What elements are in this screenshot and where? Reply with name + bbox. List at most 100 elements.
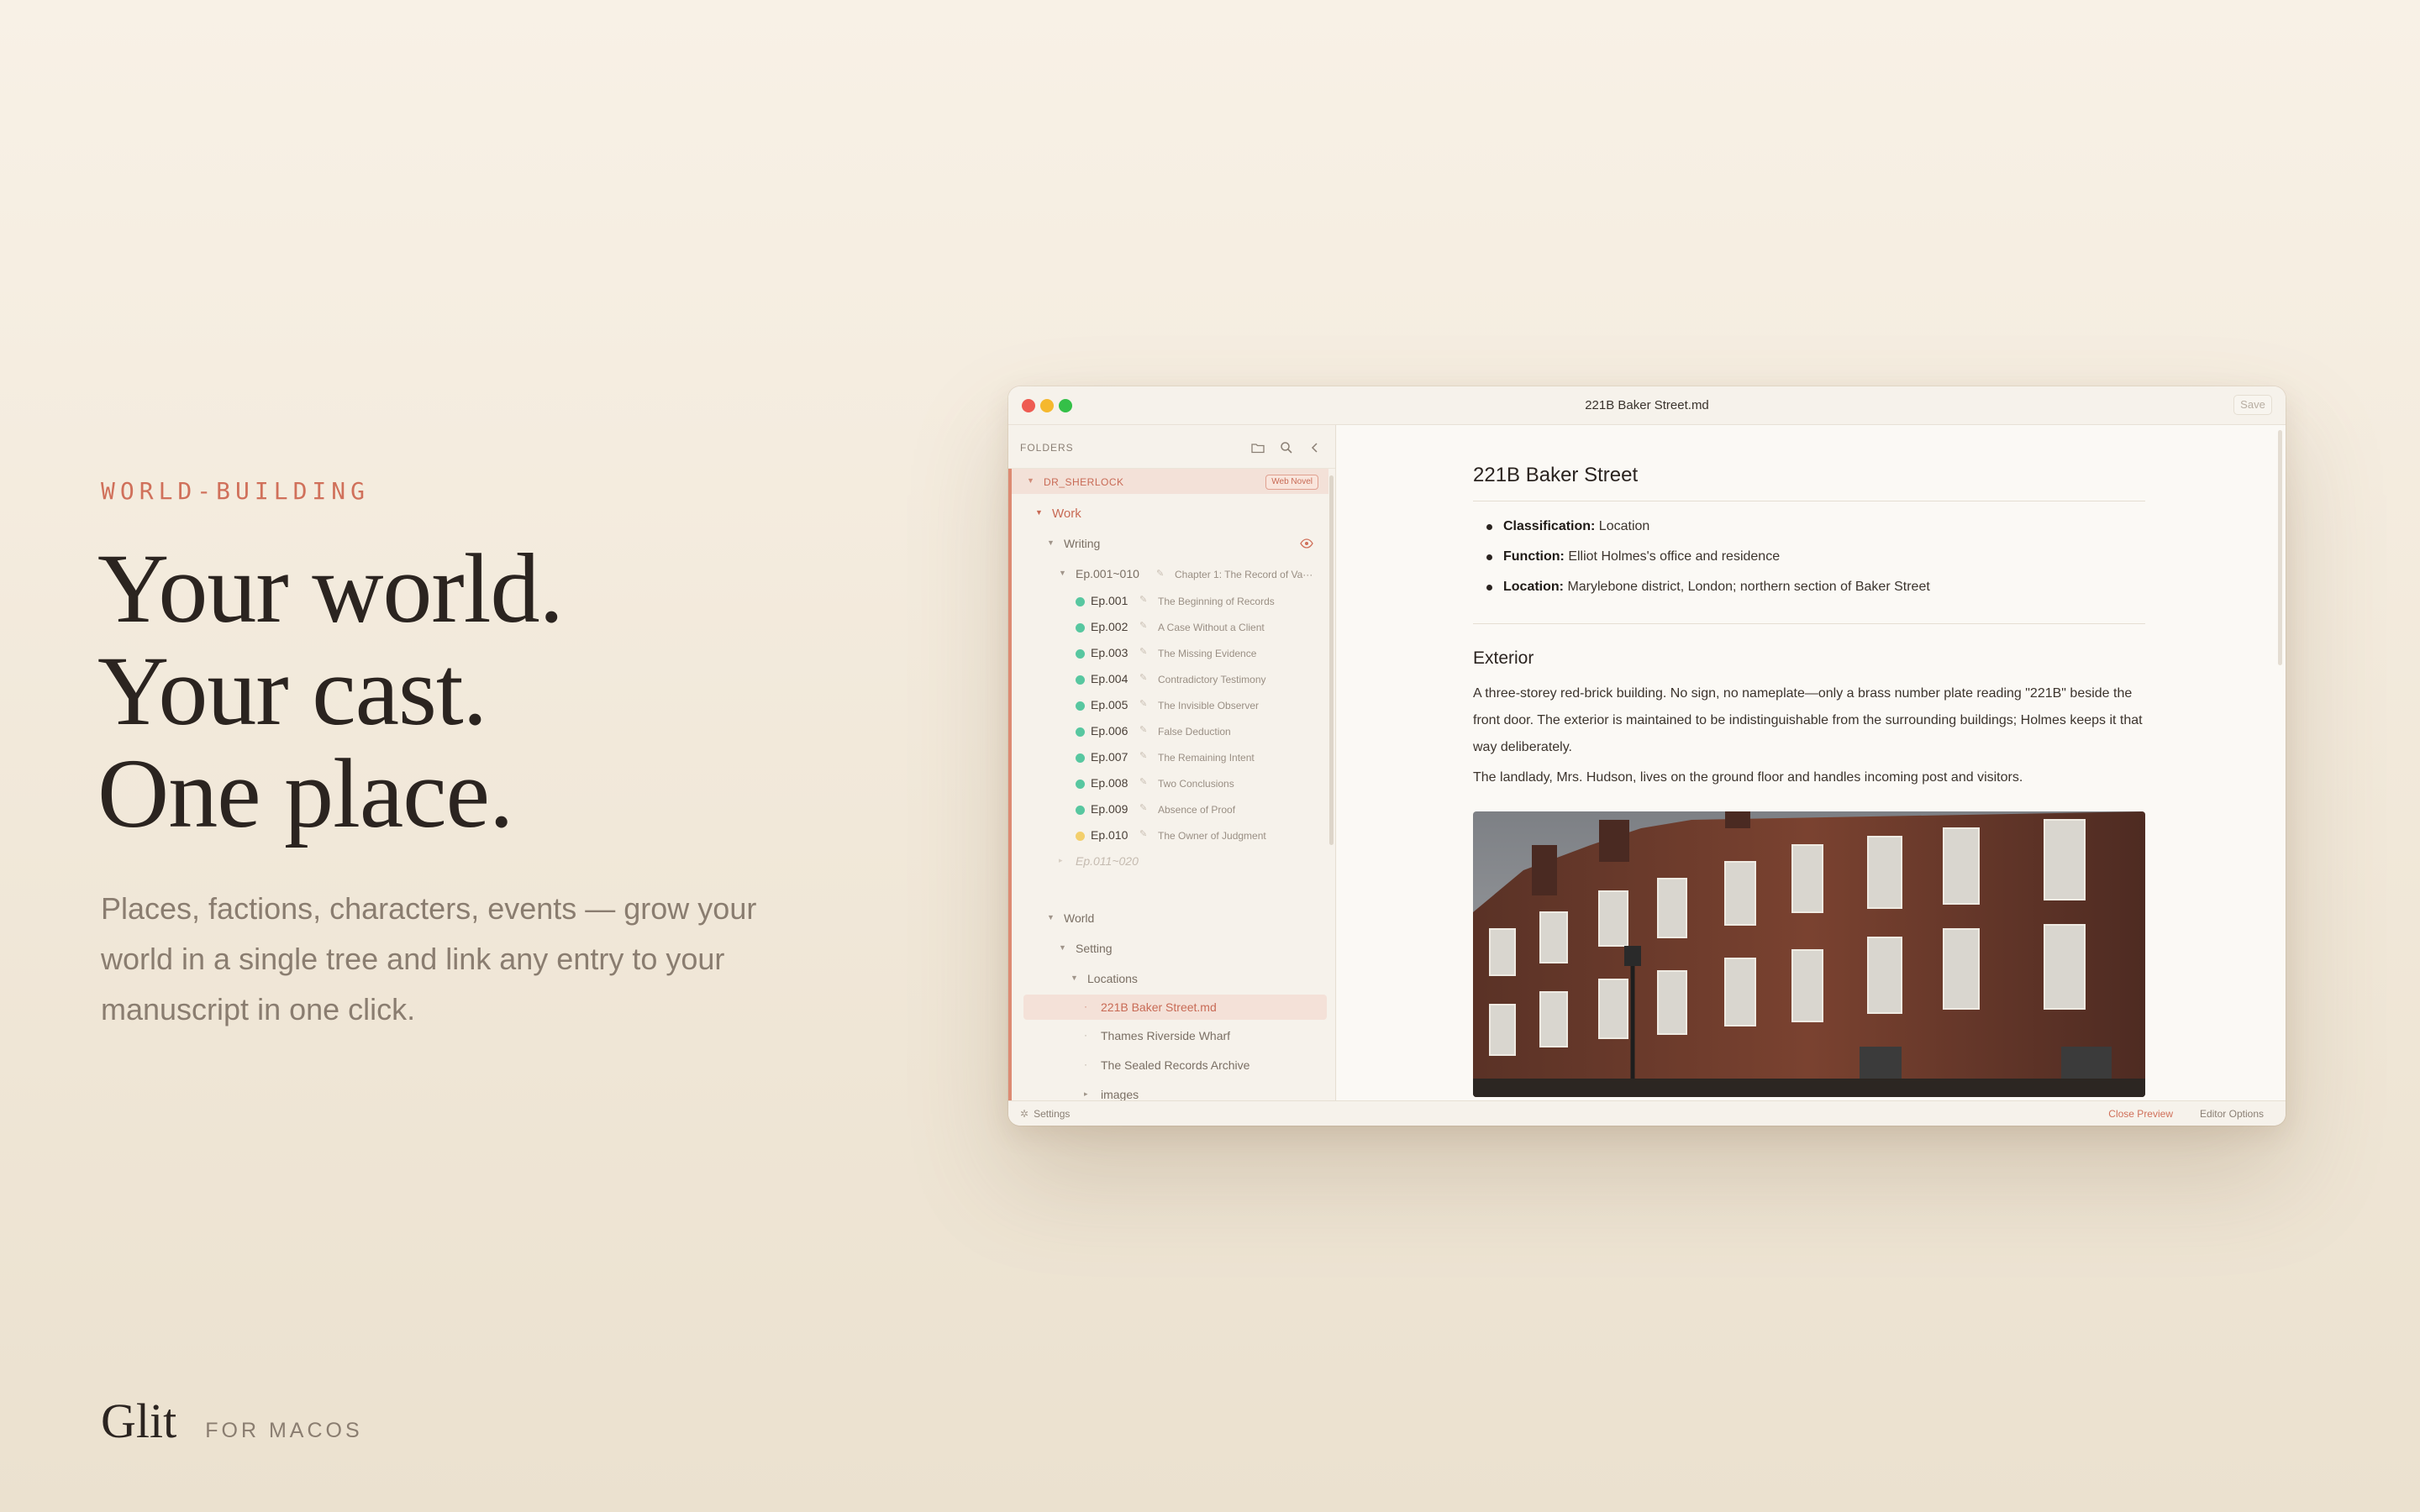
fact-key: Classification: (1503, 519, 1596, 533)
pen-icon: ✎ (1139, 621, 1148, 631)
pen-icon: ✎ (1139, 751, 1148, 761)
disclosure-closed-icon: ▸ (1059, 856, 1063, 864)
pen-icon: ✎ (1139, 725, 1148, 735)
tree-file-221b-baker-street[interactable]: · 221B Baker Street.md (1023, 995, 1327, 1020)
paragraph: A three-storey red-brick building. No si… (1473, 686, 2143, 754)
episode-title: Two Conclusions (1158, 778, 1234, 790)
episode-title: The Remaining Intent (1158, 752, 1255, 764)
status-dot (1076, 701, 1085, 711)
headline-line: One place. (97, 738, 514, 848)
fact-item: Location: Marylebone district, London; n… (1473, 573, 1930, 603)
brand: Glit FOR MACOS (101, 1393, 363, 1449)
episode-title: False Deduction (1158, 726, 1231, 738)
tree-label: Ep.001~010 (1076, 567, 1139, 580)
save-button[interactable]: Save (2233, 395, 2272, 415)
fact-value: Elliot Holmes's office and residence (1564, 549, 1781, 564)
fact-key: Location: (1503, 580, 1564, 594)
tree-folder-locations[interactable]: ▼ Locations (1012, 966, 1328, 991)
tree-folder-writing[interactable]: ▼ Writing (1012, 531, 1328, 556)
section-heading: Exterior (1473, 648, 1534, 668)
document-preview: 221B Baker Street Classification: Locati… (1337, 425, 2286, 1100)
tree-label: images (1101, 1088, 1139, 1100)
subcopy: Places, factions, characters, events — g… (101, 891, 757, 1026)
pen-icon: ✎ (1139, 699, 1148, 709)
tree-episode[interactable]: Ep.004 ✎ Contradictory Testimony (1012, 666, 1328, 691)
tree-root-dr-sherlock[interactable]: ▼ DR_SHERLOCK Web Novel (1012, 469, 1328, 494)
tree-root-label: DR_SHERLOCK (1044, 476, 1124, 488)
pen-icon: ✎ (1139, 829, 1148, 839)
episode-code: Ep.006 (1091, 724, 1128, 738)
fact-value: Marylebone district, London; northern se… (1564, 580, 1930, 594)
tree-episode[interactable]: Ep.009 ✎ Absence of Proof (1012, 796, 1328, 822)
tree-label: Work (1052, 507, 1081, 521)
tree-label: 221B Baker Street.md (1101, 1000, 1217, 1014)
episode-code: Ep.007 (1091, 750, 1128, 764)
tree-episode[interactable]: Ep.008 ✎ Two Conclusions (1012, 770, 1328, 795)
pen-icon: ✎ (1139, 647, 1148, 657)
section-eyebrow: WORLD-BUILDING (101, 477, 371, 505)
paragraph: The landlady, Mrs. Hudson, lives on the … (1473, 770, 2023, 785)
tree-label: Setting (1076, 942, 1113, 955)
tree-label: Ep.011~020 (1076, 854, 1139, 868)
tree-folder-world[interactable]: ▼ World (1012, 906, 1328, 931)
file-bullet-icon: · (1084, 1058, 1087, 1070)
sidebar: FOLDERS ▼ DR_SHERLOCK Web Novel ▼ Work ▼… (1008, 425, 1336, 1100)
status-dot (1076, 597, 1085, 606)
headline-line: Your cast. (97, 636, 487, 746)
tree-episode[interactable]: Ep.003 ✎ The Missing Evidence (1012, 640, 1328, 665)
status-dot (1076, 780, 1085, 789)
episode-code: Ep.009 (1091, 802, 1128, 816)
disclosure-open-icon: ▼ (1047, 913, 1055, 921)
tree-label: The Sealed Records Archive (1101, 1058, 1250, 1072)
pen-icon: ✎ (1139, 777, 1148, 787)
folder-icon[interactable] (1250, 440, 1265, 455)
disclosure-open-icon: ▼ (1059, 943, 1066, 952)
episode-title: The Beginning of Records (1158, 596, 1275, 607)
chapter-title: Chapter 1: The Record of Va··· (1175, 569, 1313, 580)
tree-episode[interactable]: Ep.001 ✎ The Beginning of Records (1012, 588, 1328, 613)
status-dot (1076, 832, 1085, 841)
pen-icon: ✎ (1139, 673, 1148, 683)
file-bullet-icon: · (1084, 1029, 1087, 1041)
pen-icon: ✎ (1139, 595, 1148, 605)
episode-code: Ep.005 (1091, 698, 1128, 711)
search-icon[interactable] (1279, 440, 1294, 455)
close-preview-button[interactable]: Close Preview (2108, 1108, 2173, 1120)
building-photo (1473, 811, 2145, 1097)
titlebar: 221B Baker Street.md Save (1008, 386, 2286, 425)
settings-label: Settings (1034, 1108, 1071, 1120)
tree-episode[interactable]: Ep.007 ✎ The Remaining Intent (1012, 744, 1328, 769)
tree-label: Writing (1064, 537, 1101, 550)
disclosure-open-icon: ▼ (1047, 538, 1055, 547)
fact-item: Classification: Location (1473, 512, 1930, 543)
tree-folder-images[interactable]: ▸ images (1012, 1082, 1328, 1100)
editor-options-button[interactable]: Editor Options (2200, 1108, 2264, 1120)
chevron-left-icon[interactable] (1307, 440, 1323, 455)
tree-folder-ep-011-020[interactable]: ▸ Ep.011~020 (1012, 848, 1328, 874)
tree-episode[interactable]: Ep.005 ✎ The Invisible Observer (1012, 692, 1328, 717)
window-title: 221B Baker Street.md (1585, 398, 1709, 412)
headline-line: Your world. (97, 533, 564, 643)
episode-code: Ep.002 (1091, 620, 1128, 633)
app-window: 221B Baker Street.md Save FOLDERS ▼ DR_S… (1008, 386, 2286, 1126)
sidebar-scrollbar[interactable] (1329, 475, 1334, 845)
facts-list: Classification: Location Function: Ellio… (1473, 512, 1930, 603)
episode-title: The Invisible Observer (1158, 700, 1260, 711)
tree-episode[interactable]: Ep.006 ✎ False Deduction (1012, 718, 1328, 743)
tree-episode[interactable]: Ep.002 ✎ A Case Without a Client (1012, 614, 1328, 639)
tree-folder-chapter-1[interactable]: ▼ Ep.001~010 ✎ Chapter 1: The Record of … (1012, 561, 1328, 586)
settings-button[interactable]: ✲ Settings (1020, 1108, 1070, 1120)
tree-file-sealed-records-archive[interactable]: · The Sealed Records Archive (1012, 1053, 1328, 1078)
pen-icon: ✎ (1156, 569, 1165, 579)
episode-title: The Owner of Judgment (1158, 830, 1266, 842)
document-scrollbar[interactable] (2278, 430, 2282, 665)
tree-episode[interactable]: Ep.010 ✎ The Owner of Judgment (1012, 822, 1328, 848)
file-bullet-icon: · (1084, 1000, 1087, 1012)
eye-icon[interactable] (1300, 538, 1313, 549)
tree-label: Locations (1087, 972, 1138, 985)
tree-file-thames-riverside-wharf[interactable]: · Thames Riverside Wharf (1012, 1023, 1328, 1048)
tree-folder-setting[interactable]: ▼ Setting (1012, 936, 1328, 961)
episode-title: Contradictory Testimony (1158, 674, 1266, 685)
statusbar: ✲ Settings Close Preview Editor Options (1008, 1100, 2286, 1126)
tree-folder-work[interactable]: ▼ Work (1012, 501, 1328, 526)
